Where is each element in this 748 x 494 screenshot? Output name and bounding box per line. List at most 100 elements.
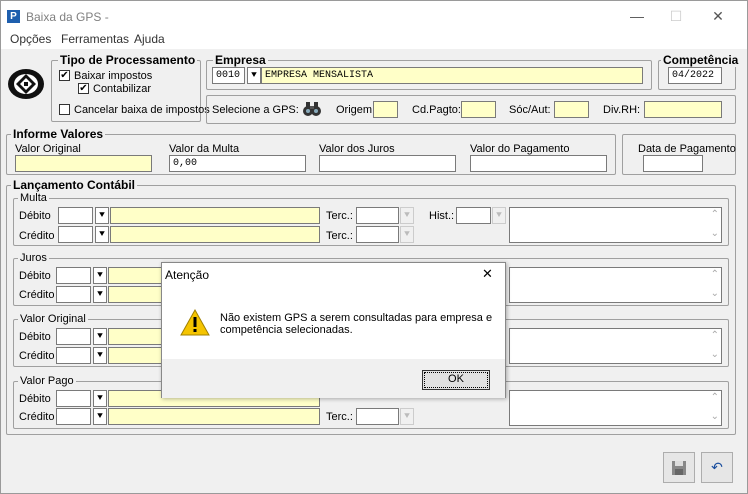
multa-debito-terc[interactable] xyxy=(356,207,399,224)
multa-credito-terc-lookup[interactable]: ⯆ xyxy=(400,226,414,243)
vp-debito-label: Débito xyxy=(19,393,51,405)
juros-hist-memo[interactable]: ⌃ ⌄ xyxy=(509,267,722,303)
binoculars-icon[interactable] xyxy=(301,99,323,119)
contabilizar-label: Contabilizar xyxy=(93,83,152,95)
valor-pagamento-label: Valor do Pagamento xyxy=(470,143,570,155)
data-pagamento-input[interactable] xyxy=(643,155,703,172)
ok-button[interactable]: OK xyxy=(422,370,490,390)
save-button[interactable] xyxy=(663,452,695,483)
baixar-label: Baixar impostos xyxy=(74,70,153,82)
vo-debito-code[interactable] xyxy=(56,328,91,345)
vp-credito-label: Crédito xyxy=(19,411,55,423)
vo-credito-label: Crédito xyxy=(19,350,55,362)
valor-juros-input[interactable] xyxy=(319,155,456,172)
multa-credito-terc-label: Terc.: xyxy=(326,230,353,242)
empresa-code-input[interactable]: 0010 xyxy=(212,67,245,84)
empresa-lookup-button[interactable]: ⯆ xyxy=(247,67,261,84)
vo-debito-lookup[interactable]: ⯆ xyxy=(93,328,107,345)
divrh-input[interactable] xyxy=(644,101,722,118)
informe-title: Informe Valores xyxy=(11,127,106,141)
lancamento-title: Lançamento Contábil xyxy=(11,178,138,192)
multa-debito-code[interactable] xyxy=(58,207,93,224)
scroll-up-icon[interactable]: ⌃ xyxy=(711,330,719,341)
menu-opcoes[interactable]: Opções xyxy=(10,32,51,46)
multa-credito-lookup[interactable]: ⯆ xyxy=(95,226,109,243)
dialog-close-button[interactable]: ✕ xyxy=(482,266,493,282)
valor-multa-input[interactable]: 0,00 xyxy=(169,155,306,172)
valor-original-input[interactable] xyxy=(15,155,152,172)
juros-credito-lookup[interactable]: ⯆ xyxy=(93,286,107,303)
contabilizar-checkbox[interactable]: ✔ xyxy=(78,83,89,94)
vp-debito-code[interactable] xyxy=(56,390,91,407)
multa-credito-desc[interactable] xyxy=(110,226,320,243)
multa-hist-label: Hist.: xyxy=(429,210,455,222)
scroll-up-icon[interactable]: ⌃ xyxy=(711,269,719,280)
origem-label: Origem: xyxy=(336,104,376,116)
juros-debito-desc[interactable] xyxy=(108,267,168,284)
multa-debito-label: Débito xyxy=(19,210,51,222)
minimize-button[interactable]: — xyxy=(622,5,652,27)
vp-credito-terc[interactable] xyxy=(356,408,399,425)
juros-debito-label: Débito xyxy=(19,270,51,282)
maximize-button[interactable]: ☐ xyxy=(661,5,691,27)
juros-credito-desc[interactable] xyxy=(108,286,168,303)
vp-debito-lookup[interactable]: ⯆ xyxy=(93,390,107,407)
vo-debito-desc[interactable] xyxy=(108,328,168,345)
tipo-title: Tipo de Processamento xyxy=(58,53,198,67)
vp-credito-code[interactable] xyxy=(56,408,91,425)
valor-pagamento-input[interactable] xyxy=(470,155,607,172)
vo-credito-desc[interactable] xyxy=(108,347,168,364)
scroll-up-icon[interactable]: ⌃ xyxy=(711,209,719,220)
multa-debito-desc[interactable] xyxy=(110,207,320,224)
multa-debito-terc-lookup[interactable]: ⯆ xyxy=(400,207,414,224)
vp-hist-memo[interactable]: ⌃ ⌄ xyxy=(509,390,722,426)
save-icon xyxy=(672,461,686,475)
competencia-title: Competência xyxy=(661,53,741,67)
multa-hist-memo[interactable]: ⌃ ⌄ xyxy=(509,207,722,243)
juros-debito-code[interactable] xyxy=(56,267,91,284)
vo-hist-memo[interactable]: ⌃ ⌄ xyxy=(509,328,722,364)
valor-juros-label: Valor dos Juros xyxy=(319,143,395,155)
dialog-message-line1: Não existem GPS a serem consultadas para… xyxy=(220,312,493,324)
scroll-down-icon[interactable]: ⌄ xyxy=(711,288,719,299)
menu-ferramentas[interactable]: Ferramentas xyxy=(61,32,129,46)
socaut-input[interactable] xyxy=(554,101,589,118)
scroll-down-icon[interactable]: ⌄ xyxy=(711,411,719,422)
multa-debito-terc-label: Terc.: xyxy=(326,210,353,222)
multa-debito-lookup[interactable]: ⯆ xyxy=(95,207,109,224)
baixar-checkbox[interactable]: ✔ xyxy=(59,70,70,81)
close-button[interactable]: ✕ xyxy=(703,5,733,27)
cdpagto-input[interactable] xyxy=(461,101,496,118)
multa-hist-code[interactable] xyxy=(456,207,491,224)
title-bar: P Baixa da GPS - — ☐ ✕ xyxy=(1,1,747,31)
multa-hist-lookup[interactable]: ⯆ xyxy=(492,207,506,224)
undo-button[interactable]: ↶ xyxy=(701,452,733,483)
valor-original-title: Valor Original xyxy=(18,313,88,325)
multa-credito-terc[interactable] xyxy=(356,226,399,243)
multa-credito-code[interactable] xyxy=(58,226,93,243)
dialog-message-line2: competência selecionadas. xyxy=(220,324,353,336)
competencia-input[interactable]: 04/2022 xyxy=(668,67,722,84)
scroll-up-icon[interactable]: ⌃ xyxy=(711,392,719,403)
vo-credito-code[interactable] xyxy=(56,347,91,364)
empresa-title: Empresa xyxy=(213,53,268,67)
origem-input[interactable] xyxy=(373,101,398,118)
cdpagto-label: Cd.Pagto: xyxy=(412,104,461,116)
vp-credito-lookup[interactable]: ⯆ xyxy=(93,408,107,425)
menu-ajuda[interactable]: Ajuda xyxy=(134,32,165,46)
vo-credito-lookup[interactable]: ⯆ xyxy=(93,347,107,364)
socaut-label: Sóc/Aut: xyxy=(509,104,551,116)
juros-credito-code[interactable] xyxy=(56,286,91,303)
scroll-down-icon[interactable]: ⌄ xyxy=(711,228,719,239)
juros-debito-lookup[interactable]: ⯆ xyxy=(93,267,107,284)
vp-credito-terc-lookup[interactable]: ⯆ xyxy=(400,408,414,425)
cancelar-checkbox[interactable] xyxy=(59,104,70,115)
scroll-down-icon[interactable]: ⌄ xyxy=(711,349,719,360)
divrh-label: Div.RH: xyxy=(603,104,641,116)
cancelar-label: Cancelar baixa de impostos xyxy=(74,104,210,116)
multa-title: Multa xyxy=(18,192,49,204)
vp-credito-desc[interactable] xyxy=(108,408,320,425)
multa-credito-label: Crédito xyxy=(19,230,55,242)
empresa-name-input[interactable]: EMPRESA MENSALISTA xyxy=(261,67,643,84)
valor-pago-title: Valor Pago xyxy=(18,375,76,387)
